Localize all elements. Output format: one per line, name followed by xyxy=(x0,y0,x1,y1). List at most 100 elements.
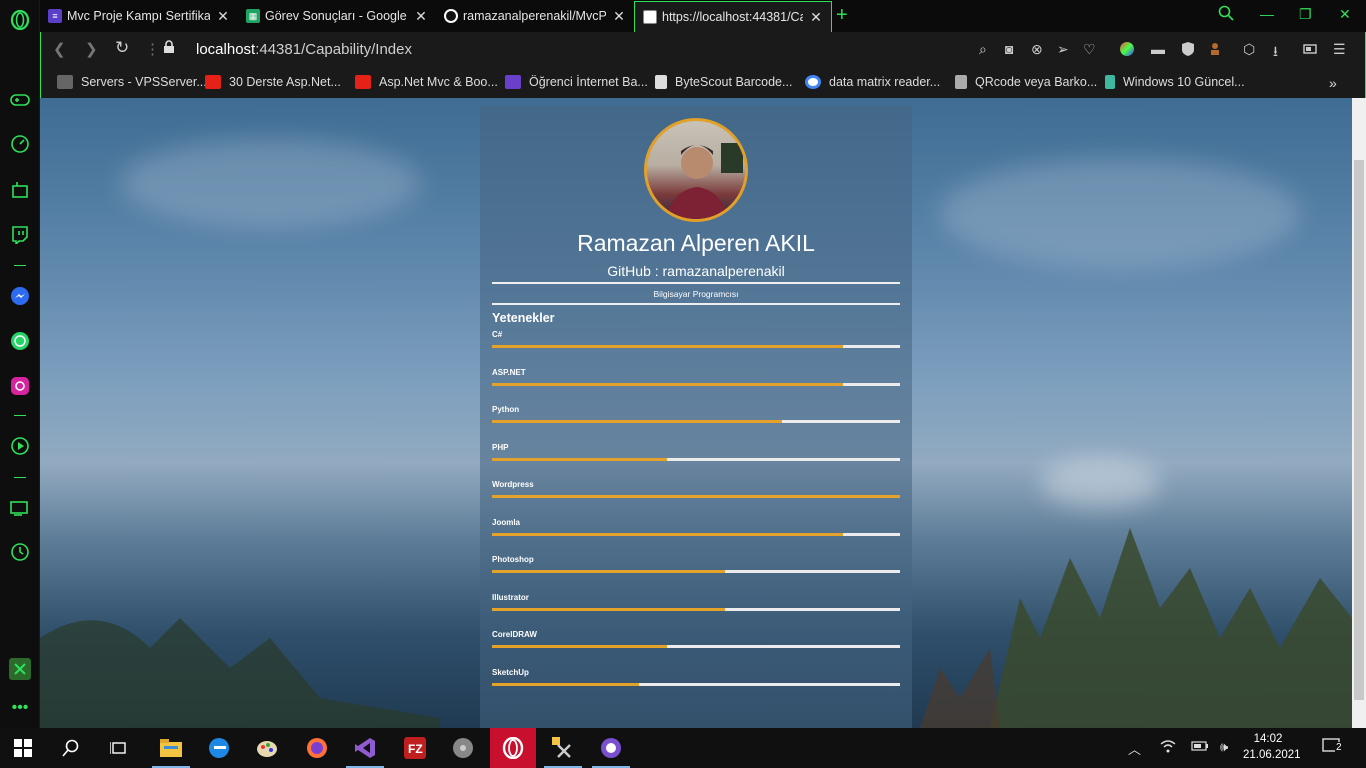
bookmark-item[interactable]: 30 Derste Asp.Net... xyxy=(205,75,341,89)
task-view-icon[interactable] xyxy=(96,728,142,768)
page-content: Ramazan Alperen AKIL GitHub : ramazanalp… xyxy=(40,98,1352,728)
divider xyxy=(492,303,900,305)
instagram-icon[interactable] xyxy=(8,374,32,398)
skill-progress-bar xyxy=(492,645,900,648)
cube-icon[interactable]: ⬡ xyxy=(1243,41,1255,58)
tab-mvc-proje[interactable]: ≡ Mvc Proje Kampı Sertifika C ✕ xyxy=(40,2,238,30)
url-path: :44381/Capability/Index xyxy=(255,41,412,58)
bookmark-item[interactable]: Windows 10 Güncel... xyxy=(1105,75,1245,89)
disc-app-icon[interactable] xyxy=(440,728,486,768)
volume-icon[interactable]: 🕪 xyxy=(1220,739,1228,755)
google-icon xyxy=(805,75,821,89)
wifi-icon[interactable] xyxy=(1160,739,1176,756)
ublock-icon[interactable] xyxy=(1181,41,1195,60)
opera-logo-icon[interactable] xyxy=(8,8,32,32)
skill-progress-bar xyxy=(492,532,900,536)
more-icon[interactable]: ••• xyxy=(8,696,32,720)
bookmark-label: Asp.Net Mvc & Boo... xyxy=(379,75,498,89)
tools-icon[interactable] xyxy=(540,728,586,768)
close-icon[interactable]: ✕ xyxy=(612,8,626,25)
bookmark-label: Servers - VPSServer... xyxy=(81,75,207,89)
skill-label: CorelDRAW xyxy=(492,630,537,639)
bookmark-item[interactable]: ByteScout Barcode... xyxy=(655,75,792,89)
speed-dial-icon[interactable] xyxy=(8,132,32,156)
tab-localhost[interactable]: https://localhost:44381/Cap ✕ xyxy=(634,1,832,32)
clock[interactable]: 14:02 21.06.2021 xyxy=(1243,731,1301,763)
block-icon[interactable]: ⊗ xyxy=(1031,41,1043,58)
file-explorer-icon[interactable] xyxy=(148,728,194,768)
close-icon[interactable]: ✕ xyxy=(414,8,428,25)
color-wheel-icon[interactable] xyxy=(1119,41,1135,60)
heart-icon[interactable]: ♡ xyxy=(1083,41,1096,58)
new-tab-button[interactable]: + xyxy=(836,4,848,27)
scrollbar-thumb[interactable] xyxy=(1354,160,1364,700)
menu-icon[interactable]: ☰ xyxy=(1333,41,1346,58)
lock-icon[interactable] xyxy=(163,40,175,58)
skill-item: Illustrator xyxy=(492,593,900,623)
paint-icon[interactable] xyxy=(244,728,290,768)
job-title: Bilgisayar Programcısı xyxy=(653,289,739,299)
gamepad-icon[interactable] xyxy=(8,88,32,112)
bookmarks-overflow-button[interactable]: » xyxy=(1329,75,1337,91)
forward-button[interactable]: ❯ xyxy=(85,40,98,58)
bookmark-item[interactable]: data matrix reader... xyxy=(805,75,940,89)
tab-gorev-sonuclari[interactable]: ▦ Görev Sonuçları - Google E ✕ xyxy=(238,2,436,30)
player-icon[interactable] xyxy=(8,434,32,458)
search-page-icon[interactable]: ⌕ xyxy=(979,41,987,58)
user-extension-icon[interactable] xyxy=(1209,41,1225,60)
history-icon[interactable] xyxy=(8,540,32,564)
github-link[interactable]: GitHub : ramazanalperenakil xyxy=(480,263,912,279)
skill-progress-bar xyxy=(492,607,900,611)
github-desktop-icon[interactable] xyxy=(588,728,634,768)
bookmark-label: ByteScout Barcode... xyxy=(675,75,793,89)
bookmark-label: Windows 10 Güncel... xyxy=(1123,75,1245,89)
opera-gx-icon[interactable] xyxy=(490,728,536,768)
snapshot-icon[interactable]: ◙ xyxy=(1005,41,1013,57)
sheets-icon: ▦ xyxy=(246,9,260,23)
whatsapp-icon[interactable] xyxy=(8,329,32,353)
bookmark-label: QRcode veya Barko... xyxy=(975,75,1098,89)
extension-icon[interactable] xyxy=(8,657,32,681)
restore-button[interactable]: ❐ xyxy=(1299,6,1312,23)
messenger-icon[interactable] xyxy=(8,284,32,308)
sidebar-divider xyxy=(14,415,26,416)
close-icon[interactable]: ✕ xyxy=(809,9,823,26)
visual-studio-icon[interactable] xyxy=(342,728,388,768)
edge-icon[interactable] xyxy=(196,728,242,768)
firefox-icon[interactable] xyxy=(294,728,340,768)
close-icon[interactable]: ✕ xyxy=(216,8,230,25)
reload-button[interactable]: ↻ xyxy=(115,38,129,58)
tab-github[interactable]: ramazanalperenakil/MvcPro ✕ xyxy=(436,2,634,30)
gx-control-icon[interactable] xyxy=(8,178,32,202)
document-icon xyxy=(655,75,667,89)
url-field[interactable]: localhost:44381/Capability/Index xyxy=(196,41,412,58)
skill-item: C# xyxy=(492,330,900,360)
close-window-button[interactable]: ✕ xyxy=(1339,6,1351,23)
search-icon[interactable] xyxy=(1218,5,1234,24)
start-button[interactable] xyxy=(0,728,46,768)
skill-label: PHP xyxy=(492,442,509,452)
filezilla-icon[interactable]: FZ xyxy=(392,728,438,768)
minimize-button[interactable]: — xyxy=(1260,6,1274,22)
back-button[interactable]: ❮ xyxy=(53,40,66,58)
bookmark-item[interactable]: Servers - VPSServer... xyxy=(57,75,207,89)
notifications-icon[interactable]: 2 xyxy=(1322,738,1344,759)
skill-progress-fill xyxy=(492,457,668,461)
twitch-icon[interactable] xyxy=(8,223,32,247)
wallet-icon[interactable]: ▬ xyxy=(1151,41,1165,57)
battery-saver-icon[interactable] xyxy=(1303,41,1319,57)
scrollbar[interactable] xyxy=(1352,98,1366,728)
battery-icon[interactable] xyxy=(1191,739,1209,754)
skill-item: PHP xyxy=(492,443,900,473)
send-icon[interactable]: ➢ xyxy=(1057,41,1069,58)
avatar xyxy=(644,118,748,222)
search-icon[interactable] xyxy=(48,728,94,768)
bookmark-item[interactable]: Asp.Net Mvc & Boo... xyxy=(355,75,498,89)
skill-label: C# xyxy=(492,330,503,339)
download-icon[interactable]: ⭳ xyxy=(1273,41,1278,65)
show-hidden-icons-button[interactable]: ︿ xyxy=(1128,739,1141,758)
bookmark-item[interactable]: Öğrenci İnternet Ba... xyxy=(505,75,648,89)
tabs-icon[interactable] xyxy=(8,496,32,520)
bookmark-item[interactable]: QRcode veya Barko... xyxy=(955,75,1097,89)
youtube-icon xyxy=(355,75,371,89)
